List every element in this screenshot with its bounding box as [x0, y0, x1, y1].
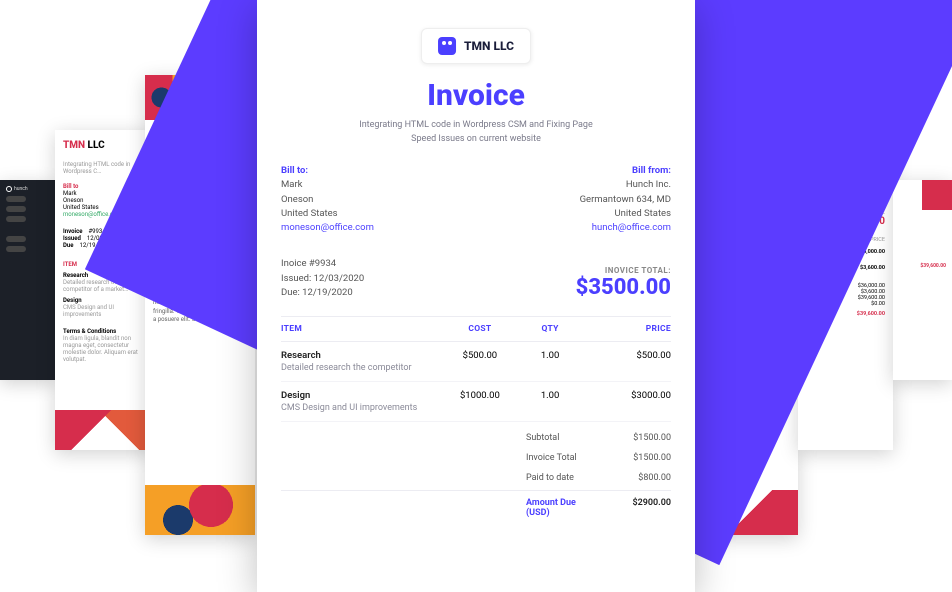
bill-from-country: United States	[580, 207, 671, 221]
invoice-title: Invoice	[281, 78, 671, 113]
bill-to-name2: Oneson	[281, 193, 374, 207]
tc-body: In diam ligula, blandit non magna eget, …	[63, 335, 147, 363]
invoice-total-amount: $3500.00	[576, 275, 671, 300]
bill-from-company: Hunch Inc.	[580, 178, 671, 192]
decorative-wave	[55, 410, 155, 450]
robot-icon	[438, 37, 456, 55]
summary-paid: Paid to date $800.00	[281, 468, 671, 488]
line-item-row: Research Detailed research the competito…	[281, 342, 671, 382]
bill-from-label: Bill from:	[580, 164, 671, 178]
item-sub: Detailed research the competitor	[281, 363, 445, 373]
tc: Terms & Conditions	[63, 328, 147, 335]
item-qty: 1.00	[515, 390, 585, 413]
invoice-due: Due: 12/19/2020	[281, 286, 364, 300]
invoice-meta: Inoice #9934 Issued: 12/03/2020 Due: 12/…	[281, 257, 364, 300]
col-qty: QTY	[515, 324, 585, 334]
bg-card-farright: ◆ TMN LLC $39,600.00	[893, 180, 952, 380]
bill-to-label: Bill to:	[281, 164, 374, 178]
summary-subtotal: Subtotal $1500.00	[281, 428, 671, 448]
due-value: $39,600.00	[857, 311, 885, 317]
pattern-bottom-decoration	[145, 485, 255, 535]
total: $39,600.00	[899, 263, 946, 269]
item-qty: 1.00	[515, 350, 585, 373]
due-l: Due	[63, 242, 74, 249]
issued-l: Issued	[63, 235, 81, 242]
item-cost: $500.00	[445, 350, 515, 373]
r2d: CMS Design and UI improvements	[63, 304, 147, 318]
bg-card-farleft: hunch	[0, 180, 55, 380]
item-price: $500.00	[585, 350, 671, 373]
brand: TMN LLC	[63, 140, 147, 151]
item-name: Design	[281, 390, 445, 401]
bill-to-name1: Mark	[281, 178, 374, 192]
invoice-number: Inoice #9934	[281, 257, 364, 271]
logo-text: TMN LLC	[464, 39, 514, 53]
main-invoice-card: TMN LLC Invoice Integrating HTML code in…	[257, 0, 695, 592]
line-items-header: ITEM COST QTY PRICE	[281, 316, 671, 342]
item-sub: CMS Design and UI improvements	[281, 403, 445, 413]
bill-from-city: Germantown 634, MD	[580, 193, 671, 207]
bill-to-country: United States	[281, 207, 374, 221]
invoice-total-block: INOVICE TOTAL: $3500.00	[576, 266, 671, 300]
item-name: Research	[281, 350, 445, 361]
invoice-l: Invoice	[63, 228, 82, 235]
r2: Design	[63, 297, 147, 304]
item-cost: $1000.00	[445, 390, 515, 413]
red-corner-decoration	[922, 180, 952, 210]
line-item-row: Design CMS Design and UI improvements $1…	[281, 382, 671, 422]
col-price: PRICE	[585, 324, 671, 334]
summary-amount-due: Amount Due (USD) $2900.00	[281, 490, 671, 523]
bill-from-email: hunch@office.com	[580, 221, 671, 235]
invoice-description: Integrating HTML code in Wordpress CSM a…	[281, 119, 671, 146]
col-item: ITEM	[281, 324, 445, 334]
invoice-total-label: INOVICE TOTAL:	[576, 266, 671, 275]
item-price: $3000.00	[585, 390, 671, 413]
invoice-issued: Issued: 12/03/2020	[281, 272, 364, 286]
logo-badge: TMN LLC	[421, 28, 531, 64]
bill-from-block: Bill from: Hunch Inc. Germantown 634, MD…	[580, 164, 671, 235]
brand-label: hunch	[6, 186, 49, 192]
summary-invoice-total: Invoice Total $1500.00	[281, 448, 671, 468]
bill-to-email: moneson@office.com	[281, 221, 374, 235]
col-cost: COST	[445, 324, 515, 334]
bill-to-block: Bill to: Mark Oneson United States mones…	[281, 164, 374, 235]
